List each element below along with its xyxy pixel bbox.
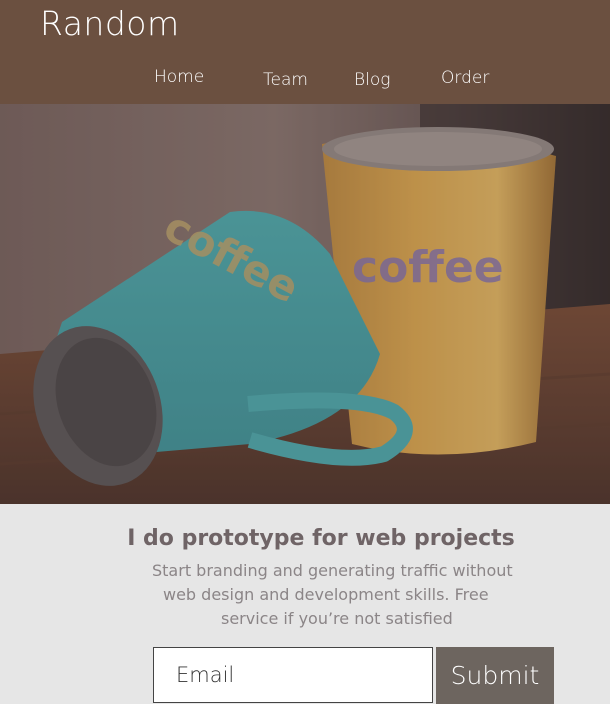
nav-order[interactable]: Order (441, 68, 489, 88)
signup-section: I do prototype for web projects Start br… (0, 504, 610, 704)
subtext-line-2: web design and development skills. Free (163, 585, 489, 604)
hero-overlay (0, 104, 610, 504)
site-header: Random Home Team Blog Order (0, 0, 610, 104)
nav-team[interactable]: Team (263, 70, 308, 90)
subtext-line-3: service if you’re not satisfied (221, 609, 453, 628)
submit-button[interactable]: Submit (436, 647, 554, 704)
email-input[interactable] (153, 647, 433, 703)
page-headline: I do prototype for web projects (127, 526, 515, 551)
nav-home[interactable]: Home (154, 67, 204, 87)
hero-image: coffee coffee (0, 104, 610, 504)
brand-logo[interactable]: Random (40, 4, 180, 43)
subtext-line-1: Start branding and generating traffic wi… (152, 561, 513, 580)
nav-blog[interactable]: Blog (354, 70, 390, 90)
